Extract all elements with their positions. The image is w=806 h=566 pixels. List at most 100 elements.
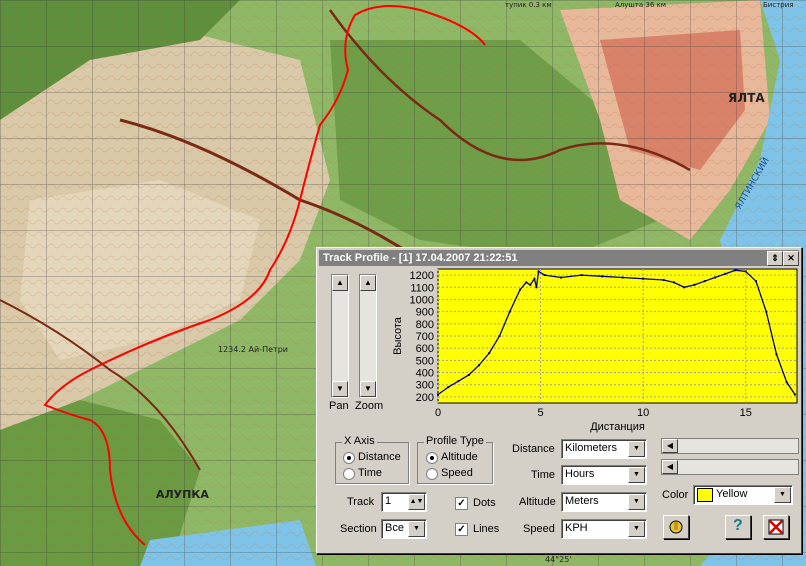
map-lat-label: 44°25' xyxy=(545,555,572,564)
altitude-profile-chart: 200300400500600700800900100011001200 0 5 10… xyxy=(392,268,798,433)
lines-checkbox[interactable]: ✓ xyxy=(455,523,468,536)
data-point xyxy=(621,276,624,279)
help-icon: ? xyxy=(733,517,743,534)
profile-speed-label: Speed xyxy=(441,467,473,479)
color-select[interactable]: Yellow ▼ xyxy=(693,485,793,505)
distance-unit-value: Kilometers xyxy=(565,442,617,454)
slider-1-left-arrow-icon[interactable]: ◀ xyxy=(662,439,678,453)
x-axis-distance-label: Distance xyxy=(358,451,401,463)
zoom-down-arrow-icon[interactable]: ▼ xyxy=(360,381,376,397)
altitude-unit-label: Altitude xyxy=(519,496,556,508)
distance-unit-label: Distance xyxy=(512,443,555,455)
title-bar[interactable]: Track Profile - [1] 17.04.2007 21:22:51 … xyxy=(319,250,799,266)
map-top-label-2: Алушта 36 км xyxy=(615,1,666,9)
speed-unit-select[interactable]: KPH ▼ xyxy=(561,519,647,539)
pin-icon[interactable]: ⇕ xyxy=(767,251,783,266)
track-label: Track xyxy=(347,496,375,508)
x-axis-time-label: Time xyxy=(358,467,383,479)
y-tick-label: 600 xyxy=(416,343,434,355)
data-point xyxy=(765,310,768,313)
map-top-label-1: тупик 0.3 км xyxy=(505,1,552,9)
data-point xyxy=(467,373,470,376)
data-point xyxy=(785,381,788,384)
data-point xyxy=(535,286,538,289)
profile-speed-radio[interactable] xyxy=(426,468,438,480)
y-axis-label: Высота xyxy=(392,316,404,355)
data-point xyxy=(537,270,540,273)
speed-dropdown-icon[interactable]: ▼ xyxy=(628,521,645,537)
section-select[interactable]: Все ▼ xyxy=(381,519,427,539)
y-tick-label: 800 xyxy=(416,319,434,331)
x-axis-label: Дистанция xyxy=(590,421,645,433)
time-unit-value: Hours xyxy=(565,468,595,480)
speed-unit-value: KPH xyxy=(565,522,588,534)
profile-type-group-title: Profile Type xyxy=(424,435,486,447)
altitude-unit-value: Meters xyxy=(565,495,599,507)
dots-checkbox[interactable]: ✓ xyxy=(455,497,468,510)
spinner-icon[interactable]: ▲▼ xyxy=(408,494,425,510)
y-tick-label: 400 xyxy=(416,368,434,380)
data-point xyxy=(793,393,796,396)
color-swatch xyxy=(697,488,713,502)
dots-label: Dots xyxy=(473,497,496,509)
data-point xyxy=(672,281,675,284)
altitude-unit-select[interactable]: Meters ▼ xyxy=(561,492,647,512)
data-point xyxy=(642,277,645,280)
y-tick-label: 1000 xyxy=(410,294,434,306)
slider-2-left-arrow-icon[interactable]: ◀ xyxy=(662,460,678,474)
data-point xyxy=(519,288,522,291)
pan-down-arrow-icon[interactable]: ▼ xyxy=(332,381,348,397)
exit-icon xyxy=(768,519,784,535)
distance-dropdown-icon[interactable]: ▼ xyxy=(628,441,645,457)
section-dropdown-icon[interactable]: ▼ xyxy=(408,521,425,537)
section-value: Все xyxy=(385,522,404,534)
data-point xyxy=(713,276,716,279)
zoom-label: Zoom xyxy=(355,400,384,412)
data-point xyxy=(744,270,747,273)
track-spinner[interactable]: 1 ▲▼ xyxy=(381,492,427,512)
data-point xyxy=(437,393,439,396)
data-point xyxy=(724,272,727,275)
altitude-dropdown-icon[interactable]: ▼ xyxy=(628,494,645,510)
data-point xyxy=(775,353,778,356)
profile-altitude-label: Altitude xyxy=(441,451,478,463)
data-point xyxy=(543,274,546,277)
time-dropdown-icon[interactable]: ▼ xyxy=(628,467,645,483)
track-profile-window: Track Profile - [1] 17.04.2007 21:22:51 … xyxy=(316,247,802,554)
exit-button[interactable] xyxy=(763,515,789,539)
x-axis-distance-radio[interactable] xyxy=(343,452,355,464)
zoom-slider[interactable]: ▲ ▼ xyxy=(359,274,377,398)
map-town-label: АЛУПКА xyxy=(156,488,209,501)
data-point xyxy=(508,310,511,313)
time-unit-select[interactable]: Hours ▼ xyxy=(561,465,647,485)
data-point xyxy=(498,335,501,337)
x-axis-time-radio[interactable] xyxy=(343,468,355,480)
map-pin-button[interactable] xyxy=(663,515,689,539)
window-title: Track Profile - [1] 17.04.2007 21:22:51 xyxy=(323,252,518,264)
data-point xyxy=(488,352,491,355)
pan-slider[interactable]: ▲ ▼ xyxy=(331,274,349,398)
data-point xyxy=(529,283,532,286)
data-point xyxy=(754,280,757,283)
horizontal-slider-1[interactable]: ◀ xyxy=(661,438,799,454)
pan-label: Pan xyxy=(329,400,349,412)
x-tick-label: 15 xyxy=(740,407,752,419)
data-point xyxy=(734,269,737,272)
pan-up-arrow-icon[interactable]: ▲ xyxy=(332,275,348,291)
hand-pin-icon xyxy=(669,520,683,534)
horizontal-slider-2[interactable]: ◀ xyxy=(661,459,799,475)
data-point xyxy=(601,275,604,278)
section-label: Section xyxy=(340,523,377,535)
zoom-up-arrow-icon[interactable]: ▲ xyxy=(360,275,376,291)
data-point xyxy=(683,286,686,289)
lines-label: Lines xyxy=(473,523,500,535)
map-city-label: ЯЛТА xyxy=(728,91,765,105)
color-dropdown-icon[interactable]: ▼ xyxy=(774,487,791,503)
x-tick-label: 5 xyxy=(538,407,544,419)
distance-unit-select[interactable]: Kilometers ▼ xyxy=(561,439,647,459)
profile-altitude-radio[interactable] xyxy=(426,452,438,464)
close-icon[interactable]: ✕ xyxy=(783,251,799,266)
help-button[interactable]: ? xyxy=(725,515,751,539)
time-unit-label: Time xyxy=(531,469,556,481)
data-point xyxy=(580,274,583,277)
